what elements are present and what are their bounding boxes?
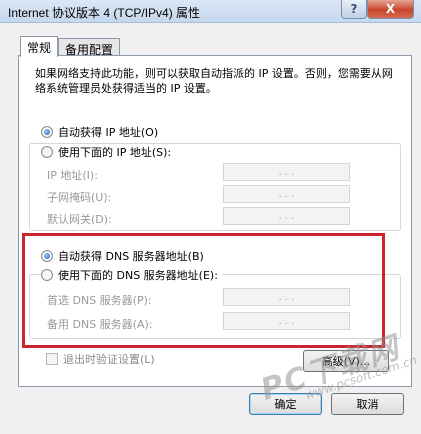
ok-button[interactable]: 确定 [249,393,322,415]
tab-strip: 常规 备用配置 [20,36,121,57]
subnet-mask-field[interactable]: . . . [223,185,350,203]
radio-unselected-icon [41,269,53,281]
auto-ip-label: 自动获得 IP 地址(O) [58,126,159,139]
subnet-mask-value: . . . [278,188,295,200]
checkbox-icon [46,353,58,365]
manual-dns-radio[interactable]: 使用下面的 DNS 服务器地址(E): [41,267,222,283]
ip-address-field[interactable]: . . . [223,163,350,181]
close-icon: X [385,2,396,16]
default-gateway-value: . . . [278,210,295,222]
close-button[interactable]: X [367,0,414,19]
ip-address-value: . . . [278,166,295,178]
general-panel: 如果网络支持此功能，则可以获取自动指派的 IP 设置。否则，您需要从网络系统管理… [18,55,412,387]
auto-ip-radio[interactable]: 自动获得 IP 地址(O) [41,124,158,140]
tab-alternate-config[interactable]: 备用配置 [58,38,121,57]
preferred-dns-field[interactable]: . . . [223,288,350,306]
default-gateway-field[interactable]: . . . [223,207,350,225]
cancel-button[interactable]: 取消 [331,393,404,415]
radio-selected-icon [41,126,53,138]
alternate-dns-field[interactable]: . . . [223,312,350,330]
advanced-button[interactable]: 高级(V)... [303,350,389,372]
manual-dns-label: 使用下面的 DNS 服务器地址(E): [58,269,218,282]
radio-unselected-icon [41,146,53,158]
alternate-dns-value: . . . [278,315,295,327]
manual-ip-label: 使用下面的 IP 地址(S): [58,146,172,159]
help-button[interactable]: ? [341,0,367,19]
subnet-mask-label: 子网掩码(U): [47,191,112,204]
validate-settings-label: 退出时验证设置(L) [63,353,155,366]
preferred-dns-label: 首选 DNS 服务器(P): [47,294,152,307]
default-gateway-label: 默认网关(D): [47,213,112,226]
ip-address-label: IP 地址(I): [47,169,98,182]
manual-ip-radio[interactable]: 使用下面的 IP 地址(S): [41,144,176,160]
help-icon: ? [350,2,358,16]
intro-text: 如果网络支持此功能，则可以获取自动指派的 IP 设置。否则，您需要从网络系统管理… [35,67,393,95]
auto-dns-label: 自动获得 DNS 服务器地址(B) [58,250,204,263]
tab-general[interactable]: 常规 [20,36,59,57]
alternate-dns-label: 备用 DNS 服务器(A): [47,318,153,331]
window-title: Internet 协议版本 4 (TCP/IPv4) 属性 [8,6,201,20]
validate-settings-checkbox[interactable]: 退出时验证设置(L) [46,351,155,367]
auto-dns-radio[interactable]: 自动获得 DNS 服务器地址(B) [41,248,204,264]
preferred-dns-value: . . . [278,291,295,303]
radio-selected-icon [41,250,53,262]
title-bar: Internet 协议版本 4 (TCP/IPv4) 属性 ? X [0,0,421,23]
